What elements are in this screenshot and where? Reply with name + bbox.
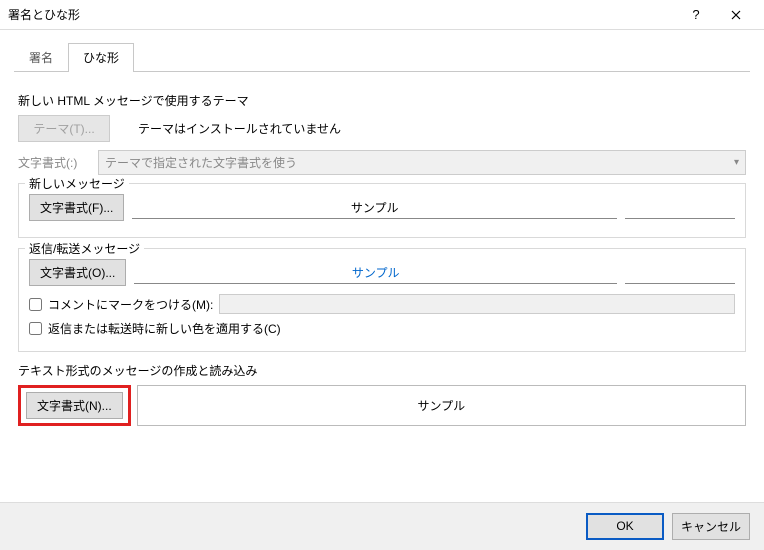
plaintext-font-button[interactable]: 文字書式(N)...	[26, 392, 123, 419]
tab-stationery[interactable]: ひな形	[68, 43, 134, 72]
tab-signature[interactable]: 署名	[14, 43, 68, 72]
font-format-value: テーマで指定された文字書式を使う	[105, 154, 297, 171]
ok-button[interactable]: OK	[586, 513, 664, 540]
new-message-sample-small	[625, 197, 735, 219]
reply-legend: 返信/転送メッセージ	[25, 240, 144, 257]
tab-strip: 署名 ひな形	[14, 42, 750, 72]
new-message-legend: 新しいメッセージ	[25, 175, 129, 192]
cancel-button[interactable]: キャンセル	[672, 513, 750, 540]
theme-heading: 新しい HTML メッセージで使用するテーマ	[18, 92, 746, 109]
close-button[interactable]	[716, 0, 756, 30]
mark-comments-checkbox[interactable]	[29, 298, 42, 311]
new-color-checkbox[interactable]	[29, 322, 42, 335]
reply-group: 返信/転送メッセージ 文字書式(O)... サンプル コメントにマークをつける(…	[18, 248, 746, 352]
help-button[interactable]: ?	[676, 0, 716, 30]
reply-sample: サンプル	[134, 262, 617, 284]
highlight-box: 文字書式(N)...	[18, 385, 131, 426]
dialog-footer: OK キャンセル	[0, 502, 764, 550]
font-format-select: テーマで指定された文字書式を使う ▾	[98, 150, 746, 175]
new-message-group: 新しいメッセージ 文字書式(F)... サンプル	[18, 183, 746, 238]
close-icon	[731, 10, 741, 20]
new-message-font-button[interactable]: 文字書式(F)...	[29, 194, 124, 221]
new-message-sample: サンプル	[132, 197, 617, 219]
plaintext-heading: テキスト形式のメッセージの作成と読み込み	[18, 362, 746, 379]
new-color-label: 返信または転送時に新しい色を適用する(C)	[48, 320, 281, 337]
reply-font-button[interactable]: 文字書式(O)...	[29, 259, 126, 286]
mark-comments-input	[219, 294, 735, 314]
plaintext-sample: サンプル	[137, 385, 746, 426]
chevron-down-icon: ▾	[734, 157, 739, 168]
font-format-label: 文字書式(:)	[18, 154, 90, 171]
theme-button: テーマ(T)...	[18, 115, 110, 142]
window-title: 署名とひな形	[8, 6, 676, 23]
theme-note: テーマはインストールされていません	[138, 120, 341, 137]
mark-comments-label: コメントにマークをつける(M):	[48, 296, 213, 313]
reply-sample-small	[625, 262, 735, 284]
